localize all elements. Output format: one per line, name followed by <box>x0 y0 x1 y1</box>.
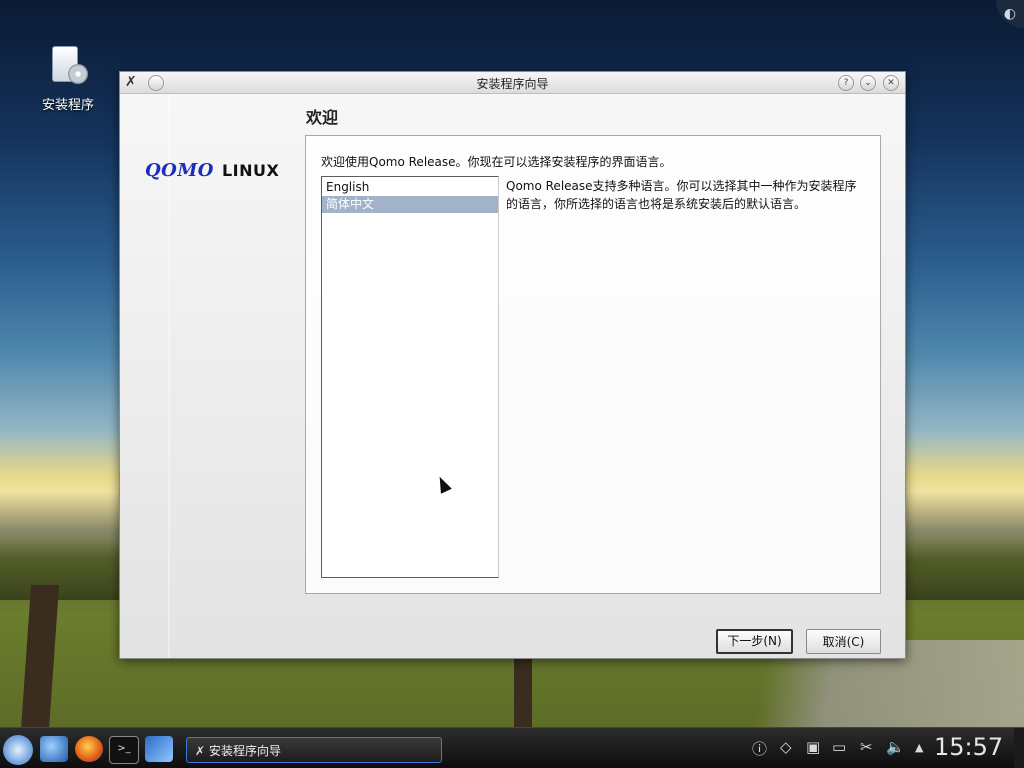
scissors-icon[interactable]: ✂ <box>860 738 873 756</box>
firefox-icon[interactable] <box>75 736 103 762</box>
mail-client-icon[interactable] <box>40 736 68 762</box>
desktop-icon-installer[interactable]: 安装程序 <box>30 44 106 113</box>
window-titlebar[interactable]: ✗ 安装程序向导 ? ⌄ ✕ <box>120 72 905 94</box>
installer-task-icon: ✗ <box>194 744 206 758</box>
language-description: Qomo Release支持多种语言。你可以选择其中一种作为安装程序的语言，你所… <box>506 179 857 211</box>
close-button[interactable]: ✕ <box>883 75 899 91</box>
qomo-linux-logo: QOMO LINUX <box>145 160 279 181</box>
terminal-icon[interactable]: >_ <box>109 736 139 764</box>
minimize-button[interactable]: ⌄ <box>860 75 876 91</box>
storage-icon[interactable]: ▭ <box>832 738 846 756</box>
language-list[interactable]: English 简体中文 <box>321 176 499 578</box>
task-label: 安装程序向导 <box>209 744 282 758</box>
taskbar: >_ ✗ 安装程序向导 ⓘ ◇ ▣ ▭ ✂ 🔈 ▲ 15:57 <box>0 727 1024 768</box>
window-client-area: QOMO LINUX 欢迎 欢迎使用Qomo Release。你现在可以选择安装程… <box>120 94 905 658</box>
content-panel: 欢迎使用Qomo Release。你现在可以选择安装程序的界面语言。 Engli… <box>305 135 881 594</box>
clock[interactable]: 15:57 <box>934 733 1003 761</box>
language-item-english[interactable]: English <box>322 179 498 196</box>
panel-corner <box>1014 728 1024 768</box>
fence-post <box>20 585 60 730</box>
page-title: 欢迎 <box>306 108 339 127</box>
tray-arrow-icon[interactable]: ▲ <box>915 741 923 754</box>
installer-icon <box>48 44 88 88</box>
fence-post <box>514 650 532 728</box>
network-manager-icon[interactable]: ◇ <box>780 738 792 756</box>
desktop-icon-label: 安装程序 <box>41 98 94 113</box>
text-editor-icon[interactable] <box>145 736 173 762</box>
language-item-chinese-simplified[interactable]: 简体中文 <box>322 196 498 213</box>
window-title: 安装程序向导 <box>476 77 549 91</box>
logo-brand: QOMO <box>145 160 214 181</box>
volume-icon[interactable]: 🔈 <box>886 738 905 756</box>
next-button[interactable]: 下一步(N) <box>716 629 793 654</box>
installer-window: ✗ 安装程序向导 ? ⌄ ✕ QOMO LINUX 欢迎 欢迎使用Qomo Rel… <box>119 71 906 659</box>
display-icon[interactable]: ▣ <box>806 738 820 756</box>
logo-suffix: LINUX <box>221 161 280 180</box>
desktop-toolbox-icon[interactable]: ◐ <box>996 0 1024 28</box>
application-launcher-icon[interactable] <box>3 735 33 765</box>
intro-text: 欢迎使用Qomo Release。你现在可以选择安装程序的界面语言。 <box>321 155 672 169</box>
taskbar-task-installer[interactable]: ✗ 安装程序向导 <box>186 737 442 763</box>
info-icon[interactable]: ⓘ <box>752 738 767 759</box>
help-button[interactable]: ? <box>838 75 854 91</box>
cancel-button[interactable]: 取消(C) <box>806 629 881 654</box>
